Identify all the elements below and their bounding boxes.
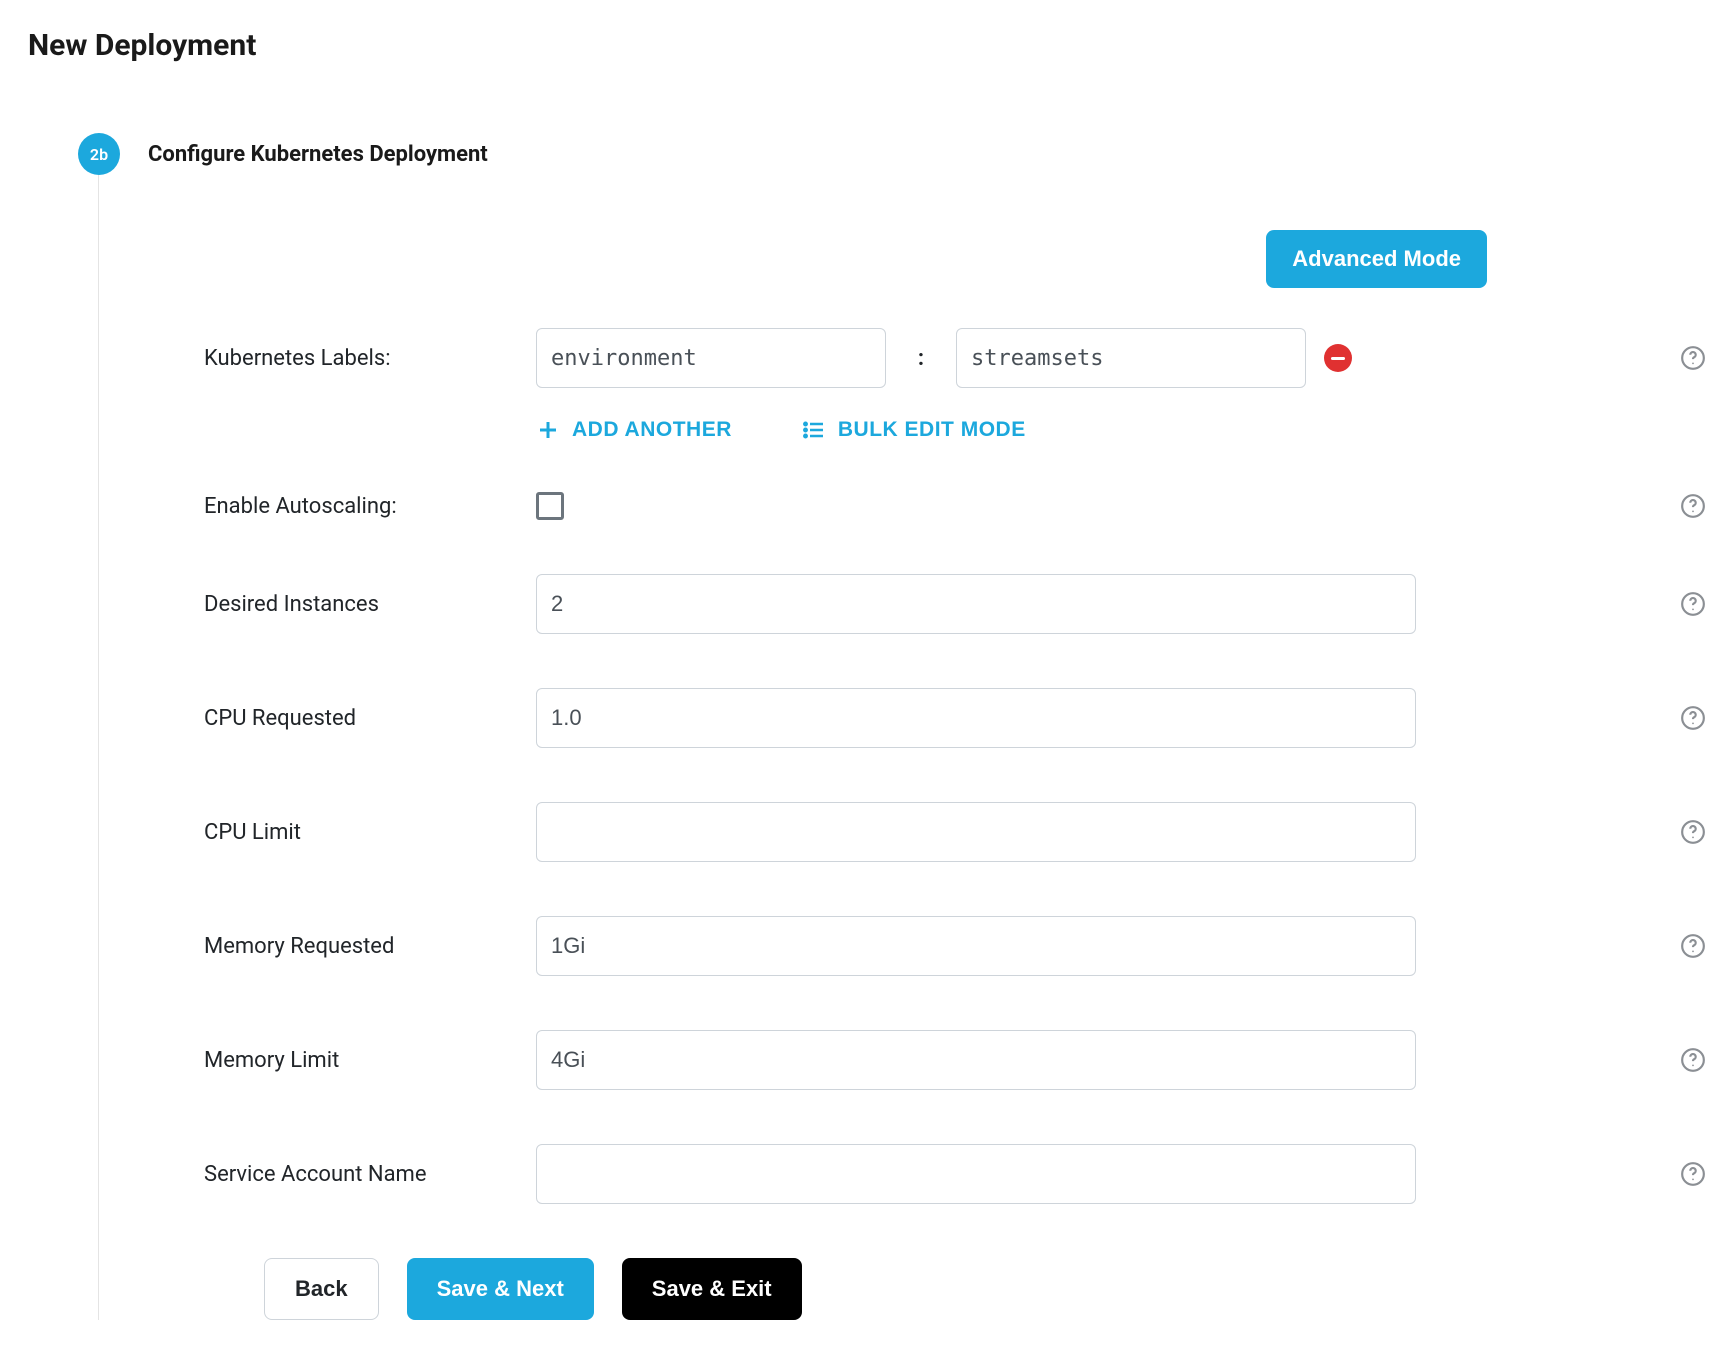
memory-limit-input[interactable] [536, 1030, 1416, 1090]
help-icon[interactable] [1680, 819, 1706, 845]
help-icon[interactable] [1680, 933, 1706, 959]
enable-autoscaling-checkbox[interactable] [536, 492, 564, 520]
list-icon [802, 418, 826, 442]
back-button[interactable]: Back [264, 1258, 379, 1320]
cpu-limit-label: CPU Limit [204, 820, 536, 845]
kubernetes-labels-label: Kubernetes Labels: [204, 346, 536, 371]
cpu-requested-input[interactable] [536, 688, 1416, 748]
help-icon[interactable] [1680, 345, 1706, 371]
help-icon[interactable] [1680, 1047, 1706, 1073]
add-another-button[interactable]: ADD ANOTHER [536, 418, 732, 442]
plus-icon [536, 418, 560, 442]
help-icon[interactable] [1680, 591, 1706, 617]
step-header: 2b Configure Kubernetes Deployment [78, 133, 1712, 175]
cpu-requested-label: CPU Requested [204, 706, 536, 731]
advanced-mode-button[interactable]: Advanced Mode [1266, 230, 1487, 288]
desired-instances-label: Desired Instances [204, 592, 536, 617]
memory-limit-label: Memory Limit [204, 1048, 536, 1073]
minus-icon [1331, 357, 1345, 360]
memory-requested-label: Memory Requested [204, 934, 536, 959]
bulk-edit-label: BULK EDIT MODE [838, 418, 1026, 442]
service-account-name-input[interactable] [536, 1144, 1416, 1204]
wizard-content: 2b Configure Kubernetes Deployment Advan… [98, 133, 1712, 1320]
enable-autoscaling-label: Enable Autoscaling: [204, 494, 536, 519]
save-exit-button[interactable]: Save & Exit [622, 1258, 802, 1320]
bulk-edit-button[interactable]: BULK EDIT MODE [802, 418, 1026, 442]
service-account-name-label: Service Account Name [204, 1162, 536, 1187]
footer-actions: Back Save & Next Save & Exit [264, 1258, 1712, 1320]
help-icon[interactable] [1680, 1161, 1706, 1187]
cpu-limit-input[interactable] [536, 802, 1416, 862]
add-another-label: ADD ANOTHER [572, 418, 732, 442]
memory-requested-input[interactable] [536, 916, 1416, 976]
kv-separator: : [886, 346, 956, 371]
step-title: Configure Kubernetes Deployment [148, 142, 488, 167]
label-key-input[interactable] [536, 328, 886, 388]
page-title: New Deployment [28, 28, 1712, 63]
step-badge: 2b [78, 133, 120, 175]
save-next-button[interactable]: Save & Next [407, 1258, 594, 1320]
desired-instances-input[interactable] [536, 574, 1416, 634]
label-value-input[interactable] [956, 328, 1306, 388]
help-icon[interactable] [1680, 705, 1706, 731]
remove-label-button[interactable] [1324, 344, 1352, 372]
help-icon[interactable] [1680, 493, 1706, 519]
